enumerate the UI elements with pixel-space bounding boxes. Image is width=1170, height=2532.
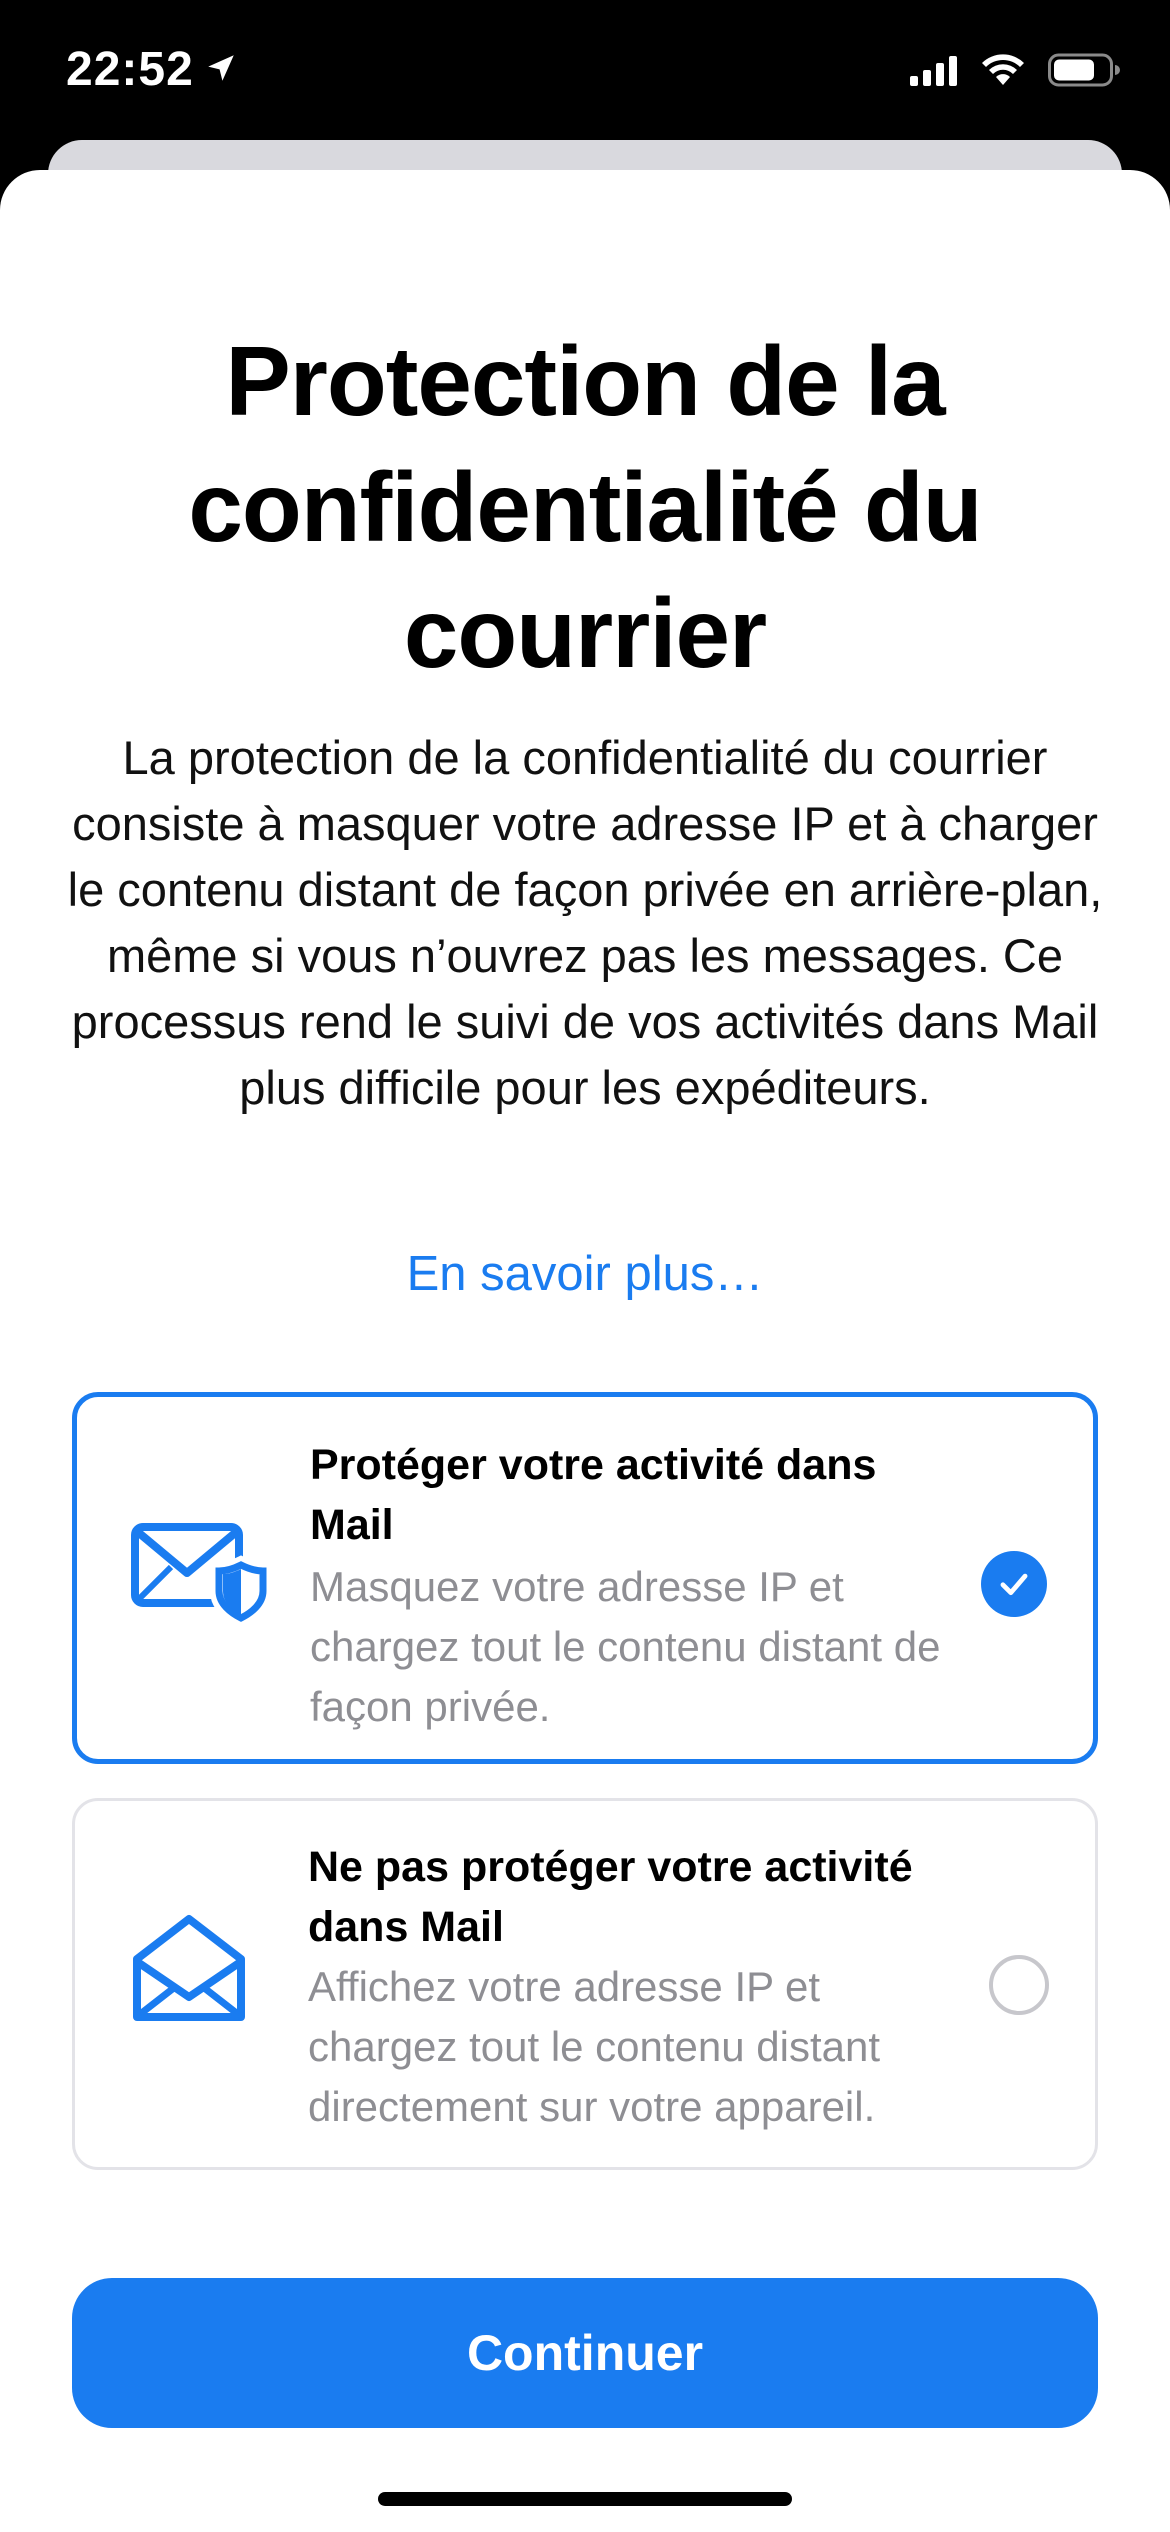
status-bar: 22:52 — [0, 0, 1170, 150]
checkmark-icon — [981, 1551, 1047, 1617]
continue-button[interactable]: Continuer — [72, 2278, 1098, 2428]
status-time-text: 22:52 — [66, 43, 194, 96]
location-arrow-icon — [204, 42, 238, 97]
option-title: Ne pas protéger votre activité dans Mail — [308, 1843, 913, 1951]
battery-icon — [1048, 52, 1120, 93]
option-protect-activity[interactable]: Protéger votre activité dans Mail Masque… — [72, 1392, 1098, 1764]
option-subtitle: Affichez votre adresse IP et chargez tou… — [308, 1963, 881, 2130]
open-envelope-icon — [129, 1909, 249, 2034]
radio-unselected-icon — [989, 1955, 1049, 2015]
option-title: Protéger votre activité dans Mail — [310, 1441, 877, 1549]
learn-more-link[interactable]: En savoir plus… — [0, 1246, 1170, 1302]
description-text: La protection de la confidentialité du c… — [67, 731, 1103, 1114]
status-icons — [910, 52, 1120, 93]
cellular-signal-icon — [910, 54, 958, 91]
mail-privacy-sheet: Protection de la confidentialité du cour… — [0, 170, 1170, 2532]
home-indicator[interactable] — [378, 2492, 792, 2506]
page-title: Protection de la confidentialité du cour… — [188, 326, 982, 688]
option-do-not-protect[interactable]: Ne pas protéger votre activité dans Mail… — [72, 1798, 1098, 2170]
status-time: 22:52 — [66, 42, 238, 97]
option-subtitle: Masquez votre adresse IP et chargez tout… — [310, 1563, 941, 1730]
wifi-icon — [980, 53, 1026, 92]
mail-shield-icon — [129, 1517, 272, 1632]
